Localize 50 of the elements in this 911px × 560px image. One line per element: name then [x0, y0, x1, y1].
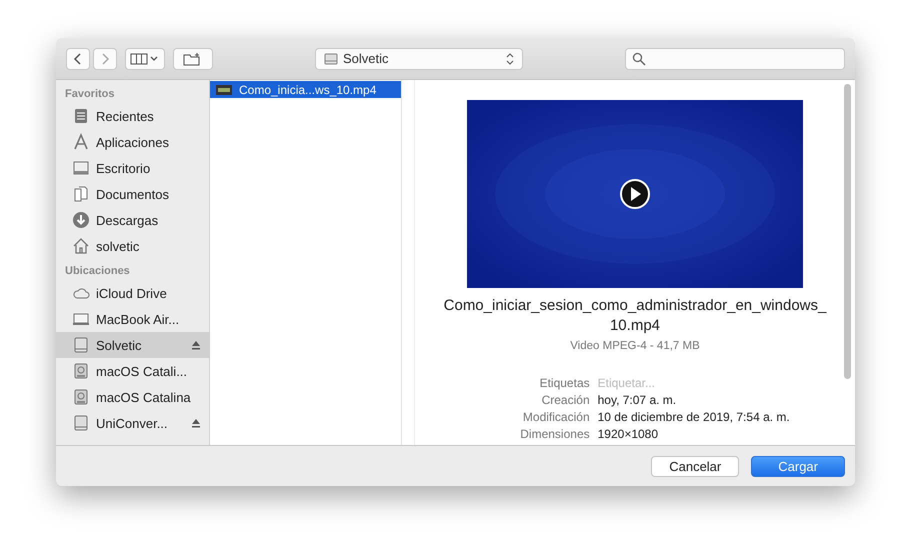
- sidebar-item[interactable]: macOS Catali...: [56, 358, 209, 384]
- file-row[interactable]: Como_inicia...ws_10.mp4: [210, 81, 401, 98]
- applications-icon: [72, 133, 90, 151]
- cancel-button[interactable]: Cancelar: [651, 456, 740, 476]
- chevron-left-icon: [73, 52, 83, 66]
- tags-field[interactable]: Etiquetar...: [598, 376, 718, 390]
- sidebar-item[interactable]: Aplicaciones: [56, 129, 209, 155]
- download-icon: [72, 211, 90, 229]
- detail-value: 1920×1080: [598, 427, 660, 441]
- scrollbar[interactable]: [844, 84, 851, 379]
- sidebar-item[interactable]: Recientes: [56, 103, 209, 129]
- view-button[interactable]: [125, 48, 165, 70]
- sidebar-item[interactable]: Escritorio: [56, 155, 209, 181]
- sidebar-item[interactable]: Solvetic: [56, 332, 209, 358]
- sidebar-item[interactable]: macOS Catalina: [56, 384, 209, 410]
- detail-label: Creación: [540, 393, 590, 407]
- detail-label: Etiquetas: [538, 376, 590, 390]
- chevron-right-icon: [100, 52, 110, 66]
- section-heading: Favoritos: [64, 88, 116, 102]
- drive-icon: [72, 414, 90, 432]
- sidebar-item[interactable]: MacBook Air...: [56, 306, 209, 332]
- new-folder-button[interactable]: [173, 48, 213, 70]
- documents-icon: [72, 185, 90, 203]
- detail-value: 10 de diciembre de 2019, 7:54 a. m.: [598, 410, 790, 424]
- updown-arrows-icon: [506, 52, 514, 64]
- search-icon: [632, 52, 646, 66]
- desktop-icon: [72, 159, 90, 177]
- file-info: Video MPEG-4 - 41,7 MB: [570, 340, 700, 352]
- sidebar-item[interactable]: iCloud Drive: [56, 280, 209, 306]
- sidebar-item[interactable]: Descargas: [56, 207, 209, 233]
- drive-icon: [324, 52, 338, 66]
- file-name: Como_iniciar_sesion_como_administrador_en_windows_10.mp4: [442, 296, 828, 336]
- detail-label: Modificación: [522, 410, 590, 424]
- drive-icon: [72, 336, 90, 354]
- columns-icon: [130, 52, 160, 64]
- upload-button[interactable]: Cargar: [751, 456, 845, 476]
- eject-icon[interactable]: [191, 418, 201, 428]
- video-file-icon: [216, 84, 232, 94]
- section-heading: Ubicaciones: [64, 265, 131, 279]
- sidebar-item[interactable]: UniConver...: [56, 410, 209, 436]
- home-icon: [72, 237, 90, 255]
- sidebar-item[interactable]: solvetic: [56, 233, 209, 259]
- list-icon: [72, 107, 90, 125]
- detail-label: Dimensiones: [520, 427, 590, 441]
- back-button[interactable]: [66, 48, 90, 70]
- detail-value: hoy, 7:07 a. m.: [598, 393, 678, 407]
- eject-icon[interactable]: [191, 340, 201, 350]
- sidebar-item[interactable]: Documentos: [56, 181, 209, 207]
- search-field[interactable]: [625, 48, 845, 70]
- location-dropdown[interactable]: Solvetic: [315, 48, 523, 70]
